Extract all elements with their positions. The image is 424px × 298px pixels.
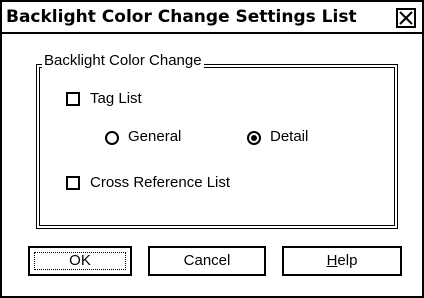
cross-reference-checkbox[interactable]: [66, 176, 80, 190]
close-icon: [399, 11, 413, 25]
ok-button-label: OK: [69, 252, 91, 269]
radio-general-label[interactable]: General: [128, 128, 181, 145]
radio-selected-icon: [247, 131, 261, 145]
cross-reference-label[interactable]: Cross Reference List: [90, 174, 230, 191]
cancel-button-label: Cancel: [183, 252, 231, 269]
help-button[interactable]: Help: [282, 246, 402, 276]
window-title: Backlight Color Change Settings List: [6, 7, 357, 27]
help-button-label: Help: [326, 252, 358, 269]
group-legend: Backlight Color Change: [42, 52, 204, 69]
tag-list-checkbox[interactable]: [66, 92, 80, 106]
tag-list-label[interactable]: Tag List: [90, 90, 142, 107]
backlight-color-change-group: [36, 64, 398, 229]
cancel-button[interactable]: Cancel: [148, 246, 266, 276]
radio-detail-label[interactable]: Detail: [270, 128, 308, 145]
close-button[interactable]: [396, 8, 416, 28]
title-bar: Backlight Color Change Settings List: [2, 2, 422, 34]
radio-general[interactable]: [104, 130, 120, 146]
radio-detail[interactable]: [246, 130, 262, 146]
ok-button[interactable]: OK: [28, 246, 132, 276]
radio-unselected-icon: [105, 131, 119, 145]
settings-dialog: Backlight Color Change Settings List Bac…: [0, 0, 424, 298]
